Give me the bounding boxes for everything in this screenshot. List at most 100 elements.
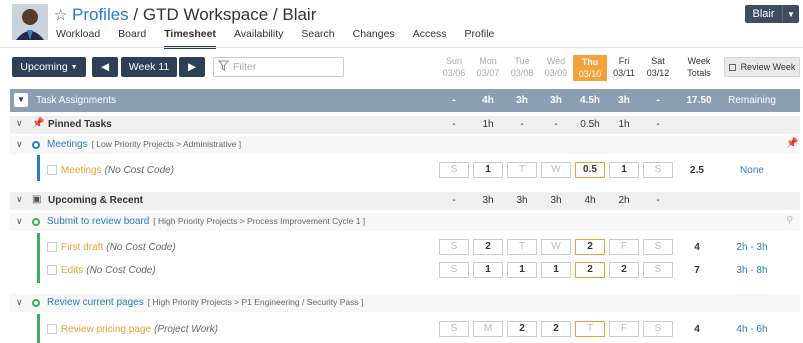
task-row-meetings[interactable]: ∨ Meetings[ Low Priority Projects > Admi… bbox=[10, 136, 800, 154]
day-cell-today[interactable]: 0.5 bbox=[575, 162, 605, 178]
day-cell[interactable]: 1 bbox=[609, 162, 639, 178]
entry-remaining[interactable]: 2h - 3h bbox=[722, 242, 782, 253]
day-cell[interactable]: S bbox=[643, 239, 673, 255]
section-upcoming[interactable]: ∨ ▣ Upcoming & Recent - 3h 3h 3h 4h 2h - bbox=[10, 192, 800, 210]
entry-name[interactable]: First draft (No Cost Code) bbox=[61, 242, 176, 253]
breadcrumb-profiles[interactable]: Profiles bbox=[72, 5, 129, 24]
chevron-down-icon[interactable]: ∨ bbox=[16, 297, 23, 308]
task-title[interactable]: Meetings bbox=[47, 139, 88, 150]
chevron-right-icon[interactable]: ▶ bbox=[188, 61, 196, 73]
user-button-label[interactable]: Blair bbox=[745, 5, 783, 23]
nav-board[interactable]: Board bbox=[118, 28, 146, 44]
entry-title[interactable]: Meetings bbox=[61, 165, 102, 176]
entry-title[interactable]: First draft bbox=[61, 242, 103, 253]
day-cell[interactable]: T bbox=[507, 239, 537, 255]
entry-name[interactable]: Edits (No Cost Code) bbox=[61, 265, 156, 276]
day-cell[interactable]: M bbox=[473, 321, 503, 337]
hours-cell: 2h bbox=[618, 195, 630, 206]
breadcrumb-workspace[interactable]: GTD Workspace bbox=[143, 5, 268, 24]
day-cell[interactable]: 2 bbox=[609, 262, 639, 278]
day-cell[interactable]: 2 bbox=[541, 321, 571, 337]
section-label: Upcoming & Recent bbox=[48, 195, 144, 206]
chevron-down-icon[interactable]: ∨ bbox=[16, 194, 23, 205]
entry-checkbox[interactable] bbox=[47, 242, 57, 252]
task-row-review-pages[interactable]: ∨ Review current pages[ High Priority Pr… bbox=[10, 294, 800, 312]
day-header-fri: Fri 03/11 bbox=[607, 55, 641, 79]
day-cell[interactable]: W bbox=[541, 239, 571, 255]
filter-placeholder[interactable]: Filter bbox=[233, 61, 256, 73]
day-cell[interactable]: F bbox=[609, 239, 639, 255]
prev-week-button[interactable]: ◀ bbox=[92, 57, 118, 77]
nav-workload[interactable]: Workload bbox=[56, 28, 100, 44]
user-menu-button[interactable]: Blair ▼ bbox=[745, 5, 799, 23]
task-title[interactable]: Submit to review board bbox=[47, 216, 149, 227]
nav-timesheet[interactable]: Timesheet bbox=[164, 28, 216, 49]
entry-remaining[interactable]: 3h - 8h bbox=[722, 265, 782, 276]
day-cell[interactable]: 1 bbox=[473, 262, 503, 278]
entry-checkbox[interactable] bbox=[47, 165, 57, 175]
pin-outline-icon[interactable]: ⚲ bbox=[786, 215, 793, 226]
entry-remaining[interactable]: 4h - 6h bbox=[722, 324, 782, 335]
nav-search[interactable]: Search bbox=[301, 28, 334, 44]
day-cell-today[interactable]: 2 bbox=[575, 239, 605, 255]
pin-icon[interactable]: 📌 bbox=[786, 138, 798, 149]
day-cell[interactable]: S bbox=[643, 262, 673, 278]
week-button[interactable]: Week 11 bbox=[121, 57, 177, 77]
caret-down-icon[interactable]: ▼ bbox=[783, 10, 799, 19]
day-cell[interactable]: S bbox=[643, 321, 673, 337]
day-cell[interactable]: 2 bbox=[473, 239, 503, 255]
nav-availability[interactable]: Availability bbox=[234, 28, 283, 44]
day-date: 03/06 bbox=[442, 68, 466, 78]
day-cell[interactable]: 1 bbox=[507, 262, 537, 278]
day-cell-today[interactable]: T bbox=[575, 321, 605, 337]
task-row-review-board[interactable]: ∨ Submit to review board [ High Priority … bbox=[10, 213, 800, 231]
day-cell[interactable]: 2 bbox=[507, 321, 537, 337]
chevron-down-icon[interactable]: ∨ bbox=[16, 216, 23, 227]
hours-cell: - bbox=[656, 95, 660, 106]
review-week-label[interactable]: Review Week bbox=[741, 62, 796, 72]
collapse-toggle-icon[interactable]: ▼ bbox=[14, 93, 28, 107]
review-week-button[interactable]: Review Week bbox=[724, 57, 800, 77]
next-week-button[interactable]: ▶ bbox=[179, 57, 205, 77]
task-name[interactable]: Review current pages[ High Priority Proj… bbox=[47, 297, 363, 308]
entry-title[interactable]: Edits bbox=[61, 265, 83, 276]
day-cell[interactable]: S bbox=[439, 321, 469, 337]
day-cell[interactable]: W bbox=[541, 162, 571, 178]
entry-checkbox[interactable] bbox=[47, 324, 57, 334]
range-dropdown[interactable]: Upcoming ▼ bbox=[12, 57, 86, 77]
chevron-left-icon[interactable]: ◀ bbox=[101, 61, 109, 73]
day-cell[interactable]: 1 bbox=[541, 262, 571, 278]
day-cell-today[interactable]: 2 bbox=[575, 262, 605, 278]
day-cell[interactable]: S bbox=[439, 262, 469, 278]
entry-remaining[interactable]: None bbox=[722, 165, 782, 176]
day-cell[interactable]: S bbox=[439, 162, 469, 178]
hours-cell: - bbox=[452, 95, 456, 106]
entry-name[interactable]: Review pricing page (Project Work) bbox=[61, 324, 218, 335]
entry-name[interactable]: Meetings (No Cost Code) bbox=[61, 165, 174, 176]
day-cell[interactable]: S bbox=[643, 162, 673, 178]
task-name[interactable]: Meetings[ Low Priority Projects > Admini… bbox=[47, 139, 241, 150]
day-cell[interactable]: S bbox=[439, 239, 469, 255]
nav-changes[interactable]: Changes bbox=[353, 28, 395, 44]
range-label[interactable]: Upcoming bbox=[20, 61, 67, 73]
nav-access[interactable]: Access bbox=[413, 28, 447, 44]
entry-checkbox[interactable] bbox=[47, 265, 57, 275]
filter-input[interactable]: Filter bbox=[213, 57, 344, 77]
nav-profile[interactable]: Profile bbox=[465, 28, 495, 44]
favorite-star-icon[interactable]: ☆ bbox=[54, 6, 67, 24]
task-path: [ High Priority Projects > Process Impro… bbox=[153, 216, 366, 226]
task-title[interactable]: Review current pages bbox=[47, 297, 144, 308]
task-name[interactable]: Submit to review board [ High Priority Pr… bbox=[47, 216, 365, 227]
checkbox-icon[interactable] bbox=[728, 63, 736, 71]
chevron-down-icon[interactable]: ∨ bbox=[16, 139, 23, 150]
section-pinned[interactable]: ∨ 📌 Pinned Tasks - 1h - - 0.5h 1h - bbox=[10, 116, 800, 134]
chevron-down-icon[interactable]: ∨ bbox=[16, 118, 23, 129]
hours-cell: 3h bbox=[482, 195, 494, 206]
hours-cell: 3h bbox=[516, 95, 528, 106]
week-totals-header: Week Totals bbox=[680, 55, 718, 79]
day-cell[interactable]: 1 bbox=[473, 162, 503, 178]
entry-title[interactable]: Review pricing page bbox=[61, 324, 151, 335]
caret-down-icon[interactable]: ▼ bbox=[71, 64, 78, 71]
day-cell[interactable]: F bbox=[609, 321, 639, 337]
day-cell[interactable]: T bbox=[507, 162, 537, 178]
